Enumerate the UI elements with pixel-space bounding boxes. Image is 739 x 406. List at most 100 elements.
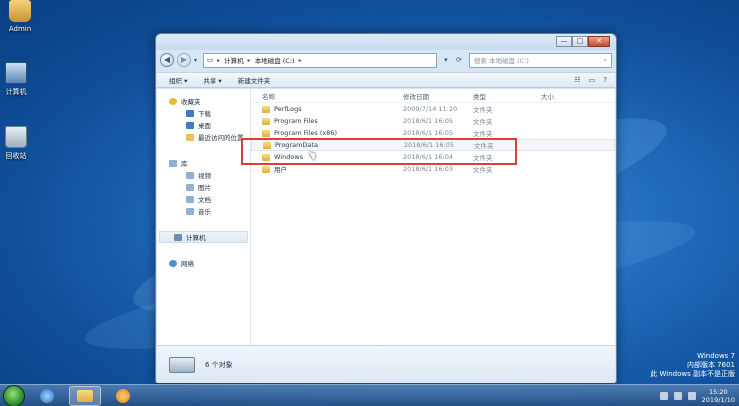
new-folder-button[interactable]: 新建文件夹 <box>238 75 271 85</box>
nav-desktop[interactable]: 桌面 <box>157 119 250 131</box>
file-name: Program Files <box>274 117 318 125</box>
breadcrumb-computer[interactable]: 计算机 <box>224 55 244 65</box>
taskbar-windows-explorer[interactable] <box>69 385 101 406</box>
column-header-date[interactable]: 修改日期 <box>403 91 473 101</box>
explorer-window: — □ ✕ ◀ ▶ ▾ ▭ ▸ 计算机 ▸ 本地磁盘 (C:) ▸ ▾ ⟳ 搜索… <box>155 33 617 383</box>
file-row[interactable]: Program Files (x86) 2018/6/1 16:05 文件夹 <box>251 127 615 139</box>
view-options-icon[interactable]: ☷ <box>574 76 580 84</box>
nav-videos[interactable]: 视频 <box>157 169 250 181</box>
minimize-button[interactable]: — <box>556 36 572 47</box>
recent-places-icon <box>186 133 194 141</box>
network-icon <box>169 259 177 267</box>
clock[interactable]: 15:20 2019/1/10 <box>702 388 735 404</box>
nav-libraries[interactable]: 库 <box>157 157 250 169</box>
file-date: 2018/6/1 16:05 <box>403 117 453 125</box>
breadcrumb-separator-icon[interactable]: ▸ <box>299 57 302 64</box>
recent-pages-dropdown[interactable]: ▾ <box>194 57 200 64</box>
file-date: 2009/7/14 11:20 <box>403 105 458 113</box>
nav-computer[interactable]: 计算机 <box>159 231 248 243</box>
file-name: Program Files (x86) <box>274 129 338 137</box>
help-icon[interactable]: ? <box>603 76 607 84</box>
preview-pane-icon[interactable]: ▭ <box>589 76 596 84</box>
media-player-icon <box>116 388 130 403</box>
folder-icon <box>77 389 93 402</box>
file-row[interactable]: ProgramData 2018/6/1 16:05 文件夹 <box>251 139 615 151</box>
file-row[interactable]: Windows 2018/6/1 16:04 文件夹 <box>251 151 615 163</box>
search-input[interactable]: 搜索 本地磁盘 (C:) ⌕ <box>469 52 612 68</box>
file-type: 文件夹 <box>473 106 493 114</box>
forward-button[interactable]: ▶ <box>177 53 191 67</box>
nav-favorites[interactable]: 收藏夹 <box>157 95 250 107</box>
nav-recent-places[interactable]: 最近访问的位置 <box>157 131 250 143</box>
nav-music[interactable]: 音乐 <box>157 205 250 217</box>
file-type: 文件夹 <box>473 154 493 162</box>
nav-label: 网络 <box>181 260 194 268</box>
window-titlebar[interactable]: — □ ✕ <box>156 34 616 50</box>
clock-date: 2019/1/10 <box>701 395 735 404</box>
nav-downloads[interactable]: 下载 <box>157 107 250 119</box>
music-icon <box>186 207 194 215</box>
navigation-pane: 收藏夹 下载 桌面 最近访问的位置 库 视频 图片 文档 音乐 计算机 网络 <box>157 89 251 345</box>
nav-label: 最近访问的位置 <box>198 134 244 142</box>
windows-watermark: Windows 7 内部版本 7601 此 Windows 副本不是正版 <box>650 352 735 379</box>
breadcrumb-drive[interactable]: 本地磁盘 (C:) <box>255 55 295 65</box>
nav-label: 库 <box>181 160 188 168</box>
file-row[interactable]: 用户 2018/6/1 16:03 文件夹 <box>251 163 615 175</box>
taskbar: 15:20 2019/1/10 <box>0 384 739 406</box>
nav-label: 文档 <box>198 196 211 204</box>
column-header-type[interactable]: 类型 <box>473 91 541 101</box>
file-type: 文件夹 <box>473 130 493 138</box>
file-type: 文件夹 <box>474 142 494 150</box>
address-dropdown-icon[interactable]: ▾ <box>444 56 448 64</box>
nav-pictures[interactable]: 图片 <box>157 181 250 193</box>
taskbar-internet-explorer[interactable] <box>31 386 63 406</box>
hard-drive-icon <box>169 356 195 373</box>
organize-button[interactable]: 组织 ▾ <box>169 75 187 85</box>
star-icon <box>169 97 177 105</box>
search-icon[interactable]: ⌕ <box>603 56 607 65</box>
nav-label: 桌面 <box>198 122 211 130</box>
close-button[interactable]: ✕ <box>588 36 610 47</box>
breadcrumb-separator-icon[interactable]: ▸ <box>248 57 251 64</box>
drive-icon: ▭ <box>207 56 214 64</box>
document-icon <box>186 195 194 203</box>
refresh-icon[interactable]: ⟳ <box>456 56 462 64</box>
taskbar-media-player[interactable] <box>107 386 139 406</box>
nav-label: 视频 <box>198 172 211 180</box>
file-type: 文件夹 <box>473 166 493 174</box>
file-row[interactable]: Program Files 2018/6/1 16:05 文件夹 <box>251 115 615 127</box>
watermark-line: Windows 7 <box>697 352 735 360</box>
desktop-icon <box>186 121 194 129</box>
file-date: 2018/6/1 16:05 <box>404 141 454 149</box>
folder-icon <box>262 165 270 173</box>
desktop-icon-label: 回收站 <box>5 152 27 160</box>
desktop-icon-admin[interactable]: Admin <box>0 0 40 33</box>
folder-icon <box>262 153 270 161</box>
back-button[interactable]: ◀ <box>160 53 174 67</box>
desktop-icon-recycle-bin[interactable]: 回收站 <box>0 126 36 161</box>
column-header-name[interactable]: 名称 <box>251 91 403 101</box>
volume-icon[interactable] <box>687 391 696 400</box>
column-header-size[interactable]: 大小 <box>541 91 591 101</box>
column-headers: 名称 修改日期 类型 大小 <box>251 89 615 103</box>
video-icon <box>186 171 194 179</box>
desktop-icon-computer[interactable]: 计算机 <box>0 62 36 97</box>
clock-time: 15:20 <box>708 387 728 396</box>
computer-icon <box>174 233 182 241</box>
file-type: 文件夹 <box>473 118 493 126</box>
computer-icon <box>5 62 27 84</box>
maximize-button[interactable]: □ <box>572 36 588 47</box>
file-date: 2018/6/1 16:04 <box>403 153 453 161</box>
file-row[interactable]: PerfLogs 2009/7/14 11:20 文件夹 <box>251 103 615 115</box>
user-folder-icon <box>9 0 31 22</box>
share-button[interactable]: 共享 ▾ <box>203 75 221 85</box>
nav-documents[interactable]: 文档 <box>157 193 250 205</box>
start-button[interactable] <box>3 384 25 406</box>
network-icon[interactable] <box>673 391 682 400</box>
address-bar[interactable]: ▭ ▸ 计算机 ▸ 本地磁盘 (C:) ▸ <box>203 52 437 68</box>
breadcrumb-separator-icon[interactable]: ▸ <box>217 57 220 64</box>
nav-network[interactable]: 网络 <box>157 257 250 269</box>
command-bar: 组织 ▾ 共享 ▾ 新建文件夹 ☷ ▭ ? <box>157 72 615 88</box>
desktop-icon-label: 计算机 <box>5 88 27 96</box>
flag-icon[interactable] <box>659 391 668 400</box>
